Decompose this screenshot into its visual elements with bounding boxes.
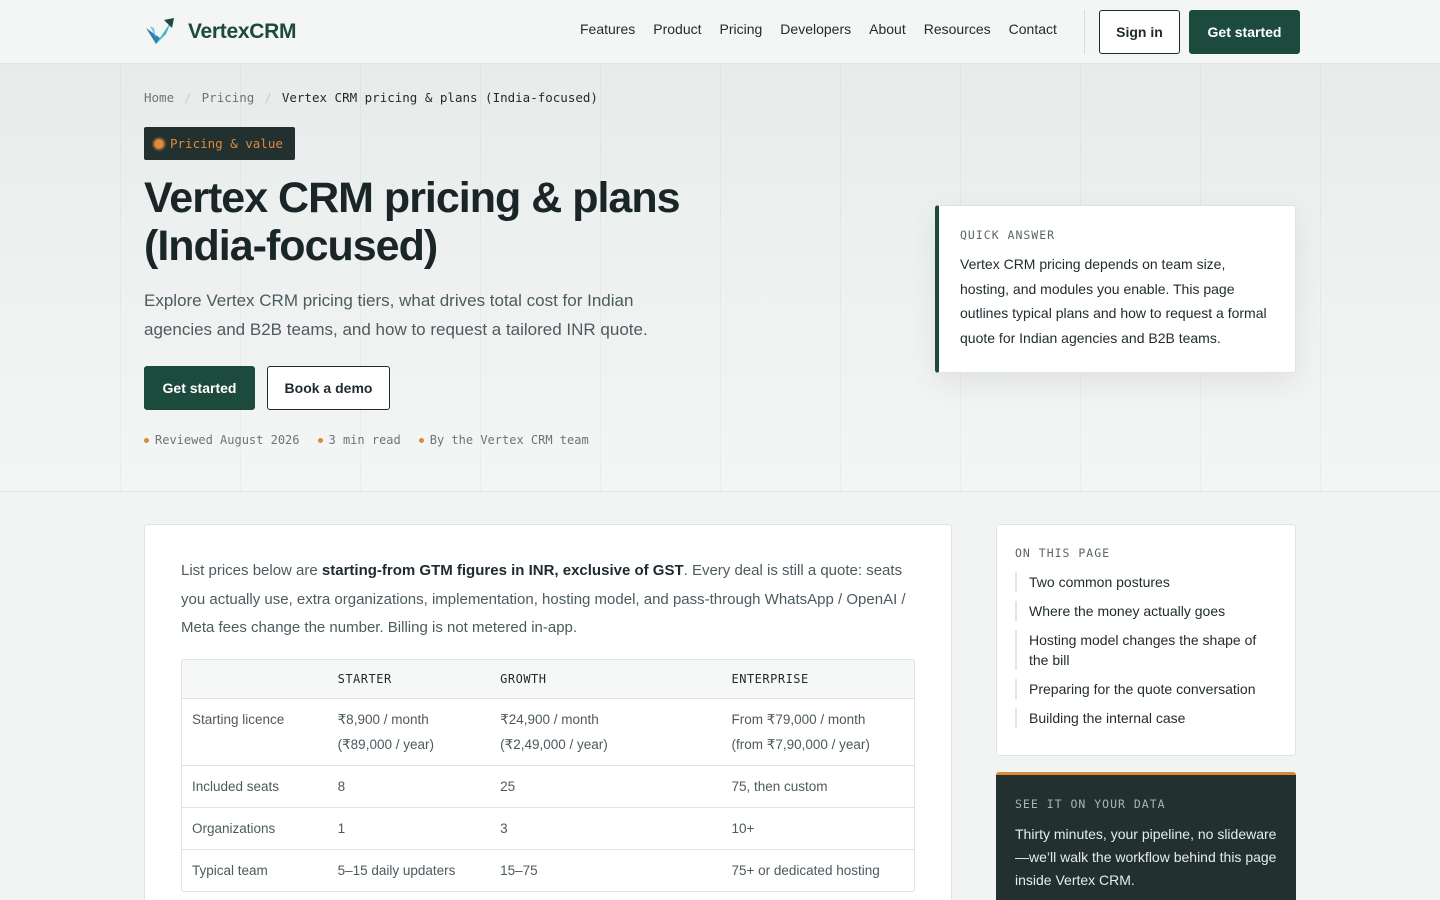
meta-read-time-text: 3 min read [328,433,401,447]
article-meta: Reviewed August 2026 3 min read By the V… [144,433,589,447]
hero-get-started-button[interactable]: Get started [144,366,255,410]
starter-yearly: (₹89,000 / year) [337,737,434,752]
hero-section: Home / Pricing / Vertex CRM pricing & pl… [0,64,1440,492]
meta-reviewed-text: Reviewed August 2026 [155,433,300,447]
nav-link-about[interactable]: About [869,21,906,37]
starter-value: 5–15 daily updaters [337,863,456,878]
enterprise-value: 75+ or dedicated hosting [731,863,880,878]
growth-licence: ₹24,900 / month (₹2,49,000 / year) [500,707,731,765]
row-label: Typical team [192,863,268,878]
nav-divider [1084,10,1085,54]
table-row: Starting licence ₹8,900 / month (₹89,000 … [182,698,914,765]
starter-value: 8 [337,779,346,794]
starter-licence: ₹8,900 / month (₹89,000 / year) [338,707,501,765]
nav-link-features[interactable]: Features [580,21,635,37]
grid-line [120,64,121,491]
meta-author: By the Vertex CRM team [418,433,589,447]
table-row: Included seats 8 25 75, then custom [182,765,914,807]
table-header-growth: GROWTH [500,671,547,686]
grid-line [600,64,601,491]
nav-link-developers[interactable]: Developers [780,21,851,37]
enterprise-yearly: (from ₹7,90,000 / year) [731,737,870,752]
toc-item-quote[interactable]: Preparing for the quote conversation [1015,679,1277,699]
row-label: Organizations [192,821,276,836]
meta-reviewed: Reviewed August 2026 [144,433,300,447]
growth-value: 3 [500,821,508,836]
page-subtitle: Explore Vertex CRM pricing tiers, what d… [144,291,648,339]
demo-promo-card: SEE IT ON YOUR DATA Thirty minutes, your… [996,772,1296,900]
pricing-table: STARTER GROWTH ENTERPRISE Starting licen… [181,659,915,892]
enterprise-licence: From ₹79,000 / month (from ₹7,90,000 / ye… [732,707,915,765]
book-demo-button[interactable]: Book a demo [267,366,390,410]
vertex-logo-icon [146,18,174,44]
badge-label: Pricing & value [170,136,283,151]
demo-text: Thirty minutes, your pipeline, no slidew… [1015,826,1277,888]
grid-line [360,64,361,491]
badge-dot-icon [154,138,164,149]
sign-in-button[interactable]: Sign in [1099,10,1180,54]
breadcrumb: Home / Pricing / Vertex CRM pricing & pl… [144,90,598,105]
brand-name: VertexCRM [188,20,297,43]
grid-line [480,64,481,491]
grid-line [1320,64,1321,491]
toc-item-money[interactable]: Where the money actually goes [1015,601,1277,621]
growth-yearly: (₹2,49,000 / year) [500,737,608,752]
intro-emphasis: starting-from GTM figures in INR, exclus… [321,562,684,579]
enterprise-value: 75, then custom [731,779,828,794]
table-row: Typical team 5–15 daily updaters 15–75 7… [182,849,914,891]
section-badge: Pricing & value [144,127,295,160]
grid-line [840,64,841,491]
demo-label: SEE IT ON YOUR DATA [1015,797,1166,811]
starter-value: 1 [337,821,346,836]
intro-lead: List prices below are [181,562,322,579]
toc-label: ON THIS PAGE [1015,546,1111,560]
meta-dot-icon [418,437,424,443]
growth-value: 15–75 [500,863,538,878]
enterprise-monthly: From ₹79,000 / month [731,712,866,727]
breadcrumb-separator: / [184,90,192,105]
growth-value: 25 [500,779,516,794]
pricing-content-card: List prices below are starting-from GTM … [144,524,952,900]
breadcrumb-current: Vertex CRM pricing & plans (India-focuse… [281,90,598,105]
enterprise-value: 10+ [731,821,755,836]
starter-monthly: ₹8,900 / month [337,712,429,727]
page-title: Vertex CRM pricing & plans (India-focuse… [144,174,681,270]
table-header-row: STARTER GROWTH ENTERPRISE [182,660,914,698]
grid-line [720,64,721,491]
nav-links: Features Product Pricing Developers Abou… [580,21,1057,37]
toc-item-internal-case[interactable]: Building the internal case [1015,708,1277,728]
meta-read-time: 3 min read [317,433,401,447]
pricing-intro: List prices below are starting-from GTM … [181,557,919,643]
quick-answer-label: QUICK ANSWER [960,228,1056,242]
table-header-enterprise: ENTERPRISE [731,671,809,686]
toc-list: Two common postures Where the money actu… [1015,572,1277,728]
breadcrumb-home[interactable]: Home [144,90,174,105]
meta-dot-icon [144,437,149,443]
top-navigation: VertexCRM Features Product Pricing Devel… [0,0,1440,64]
row-label: Starting licence [192,712,285,727]
meta-author-text: By the Vertex CRM team [429,433,589,447]
growth-monthly: ₹24,900 / month [500,712,599,727]
row-label: Included seats [192,779,280,794]
nav-link-resources[interactable]: Resources [924,21,991,37]
meta-dot-icon [317,437,323,443]
toc-item-hosting[interactable]: Hosting model changes the shape of the b… [1015,630,1277,670]
nav-link-product[interactable]: Product [653,21,701,37]
brand-logo[interactable]: VertexCRM [144,16,296,48]
breadcrumb-separator: / [264,90,272,105]
breadcrumb-pricing[interactable]: Pricing [202,90,255,105]
quick-answer-card: QUICK ANSWER Vertex CRM pricing depends … [935,205,1296,373]
toc-item-postures[interactable]: Two common postures [1015,572,1277,592]
nav-get-started-button[interactable]: Get started [1189,10,1300,54]
table-of-contents: ON THIS PAGE Two common postures Where t… [996,524,1296,756]
table-header-starter: STARTER [337,671,392,686]
quick-answer-text: Vertex CRM pricing depends on team size,… [960,256,1267,346]
table-row: Organizations 1 3 10+ [182,807,914,849]
nav-link-contact[interactable]: Contact [1009,21,1057,37]
nav-link-pricing[interactable]: Pricing [720,21,763,37]
